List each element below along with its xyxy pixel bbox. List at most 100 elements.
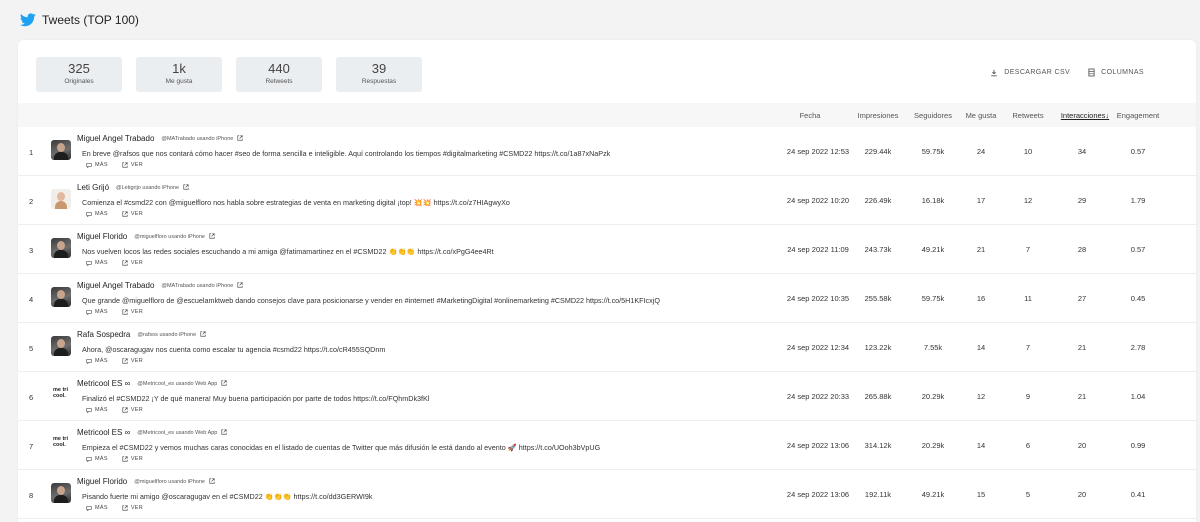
download-csv-button[interactable]: DESCARGAR CSV: [990, 69, 1070, 77]
cell-fecha: 24 sep 2022 10:35: [786, 294, 850, 303]
cell-retweets: 7: [1025, 245, 1031, 254]
external-link-icon[interactable]: [237, 281, 243, 290]
author-handle[interactable]: @MATrabado usando iPhone: [161, 136, 233, 142]
author-handle[interactable]: @Metricool_es usando Web App: [137, 430, 217, 436]
more-button[interactable]: MÁS: [86, 358, 108, 364]
cell-interacciones: 20: [1077, 490, 1087, 499]
table-row[interactable]: 2 Leti Grijó @Letigrijo usando iPhone Co…: [18, 176, 1196, 225]
author-handle[interactable]: @Letigrijo usando iPhone: [116, 185, 179, 191]
column-header-impresiones[interactable]: Impresiones: [855, 111, 901, 120]
column-header-seguidores[interactable]: Seguidores: [911, 111, 955, 120]
avatar-face: [57, 290, 65, 299]
view-button[interactable]: VER: [122, 260, 143, 266]
metricool-logo[interactable]: me tri cool.: [51, 385, 71, 405]
table-row[interactable]: 1 Miguel Angel Trabado @MATrabado usando…: [18, 127, 1196, 176]
view-button[interactable]: VER: [122, 162, 143, 168]
avatar-body: [54, 299, 68, 307]
author-handle[interactable]: @miguelfloro usando iPhone: [134, 234, 205, 240]
table-row[interactable]: 5 Rafa Sospedra @rafsos usando iPhone Ah…: [18, 323, 1196, 372]
view-button[interactable]: VER: [122, 456, 143, 462]
avatar[interactable]: [51, 483, 71, 503]
author-handle[interactable]: @rafsos usando iPhone: [137, 332, 196, 338]
table-row[interactable]: 3 Miguel Florido @miguelfloro usando iPh…: [18, 225, 1196, 274]
cell-interacciones: 20: [1077, 441, 1087, 450]
more-button[interactable]: MÁS: [86, 309, 108, 315]
external-link-icon[interactable]: [221, 428, 227, 437]
more-button[interactable]: MÁS: [86, 407, 108, 413]
column-header-fecha[interactable]: Fecha: [790, 111, 830, 120]
author-name[interactable]: Rafa Sospedra: [77, 330, 130, 339]
avatar[interactable]: [51, 287, 71, 307]
external-link-icon[interactable]: [183, 183, 189, 192]
row-index: 3: [29, 246, 34, 255]
view-button[interactable]: VER: [122, 309, 143, 315]
author-name[interactable]: Miguel Angel Trabado: [77, 134, 154, 143]
row-index: 6: [29, 393, 34, 402]
columns-button[interactable]: COLUMNAS: [1088, 68, 1144, 77]
avatar-body: [54, 250, 68, 258]
stat-value: 325: [68, 61, 90, 76]
cell-impresiones: 265.88k: [864, 392, 892, 401]
avatar[interactable]: [51, 238, 71, 258]
table-row[interactable]: 8 Miguel Florido @miguelfloro usando iPh…: [18, 470, 1196, 519]
table-row[interactable]: 4 Miguel Angel Trabado @MATrabado usando…: [18, 274, 1196, 323]
external-link-icon[interactable]: [200, 330, 206, 339]
cell-me-gusta: 14: [976, 441, 986, 450]
external-link-icon: [122, 407, 128, 413]
external-link-icon[interactable]: [221, 379, 227, 388]
view-button[interactable]: VER: [122, 358, 143, 364]
more-button[interactable]: MÁS: [86, 456, 108, 462]
table-row[interactable]: 6 me tri cool. Metricool ES ∞ @Metricool…: [18, 372, 1196, 421]
cell-engagement: 0.57: [1130, 147, 1146, 156]
stat-value: 440: [268, 61, 290, 76]
cell-impresiones: 229.44k: [864, 147, 892, 156]
cell-fecha: 24 sep 2022 12:34: [786, 343, 850, 352]
more-label: MÁS: [95, 407, 108, 413]
external-link-icon[interactable]: [209, 477, 215, 486]
tweets-table-body: 1 Miguel Angel Trabado @MATrabado usando…: [18, 127, 1196, 519]
row-index: 4: [29, 295, 34, 304]
external-link-icon[interactable]: [237, 134, 243, 143]
author-handle[interactable]: @miguelfloro usando iPhone: [134, 479, 205, 485]
external-link-icon[interactable]: [209, 232, 215, 241]
cell-seguidores: 16.18k: [921, 196, 945, 205]
view-button[interactable]: VER: [122, 505, 143, 511]
row-actions: MÁS VER: [86, 260, 143, 266]
avatar-face: [57, 486, 65, 495]
column-header-retweets[interactable]: Retweets: [1009, 111, 1047, 120]
author-name[interactable]: Miguel Florido: [77, 477, 127, 486]
author-handle[interactable]: @MATrabado usando iPhone: [161, 283, 233, 289]
avatar-body: [55, 201, 67, 209]
author-line: Miguel Florido @miguelfloro usando iPhon…: [77, 232, 215, 241]
cell-engagement: 1.04: [1130, 392, 1146, 401]
cell-retweets: 6: [1025, 441, 1031, 450]
column-header-engagement[interactable]: Engagement: [1116, 111, 1160, 120]
author-name[interactable]: Metricool ES ∞: [77, 428, 130, 437]
column-header-me-gusta[interactable]: Me gusta: [962, 111, 1000, 120]
stat-label: Me gusta: [165, 78, 193, 85]
author-name[interactable]: Metricool ES ∞: [77, 379, 130, 388]
download-icon: [990, 69, 998, 77]
external-link-icon: [122, 309, 128, 315]
table-row[interactable]: 7 me tri cool. Metricool ES ∞ @Metricool…: [18, 421, 1196, 470]
author-line: Miguel Angel Trabado @MATrabado usando i…: [77, 134, 243, 143]
comment-icon: [86, 162, 92, 168]
avatar[interactable]: [51, 140, 71, 160]
view-button[interactable]: VER: [122, 211, 143, 217]
more-button[interactable]: MÁS: [86, 505, 108, 511]
column-header-interacciones[interactable]: Interacciones↓: [1057, 111, 1113, 120]
more-button[interactable]: MÁS: [86, 162, 108, 168]
more-button[interactable]: MÁS: [86, 260, 108, 266]
author-name[interactable]: Miguel Angel Trabado: [77, 281, 154, 290]
author-name[interactable]: Miguel Florido: [77, 232, 127, 241]
cell-interacciones: 29: [1077, 196, 1087, 205]
cell-seguidores: 59.75k: [921, 147, 945, 156]
view-button[interactable]: VER: [122, 407, 143, 413]
cell-me-gusta: 15: [976, 490, 986, 499]
avatar[interactable]: [51, 336, 71, 356]
avatar[interactable]: [51, 189, 71, 209]
author-name[interactable]: Leti Grijó: [77, 183, 109, 192]
metricool-logo[interactable]: me tri cool.: [51, 434, 71, 454]
author-handle[interactable]: @Metricool_es usando Web App: [137, 381, 217, 387]
more-button[interactable]: MÁS: [86, 211, 108, 217]
